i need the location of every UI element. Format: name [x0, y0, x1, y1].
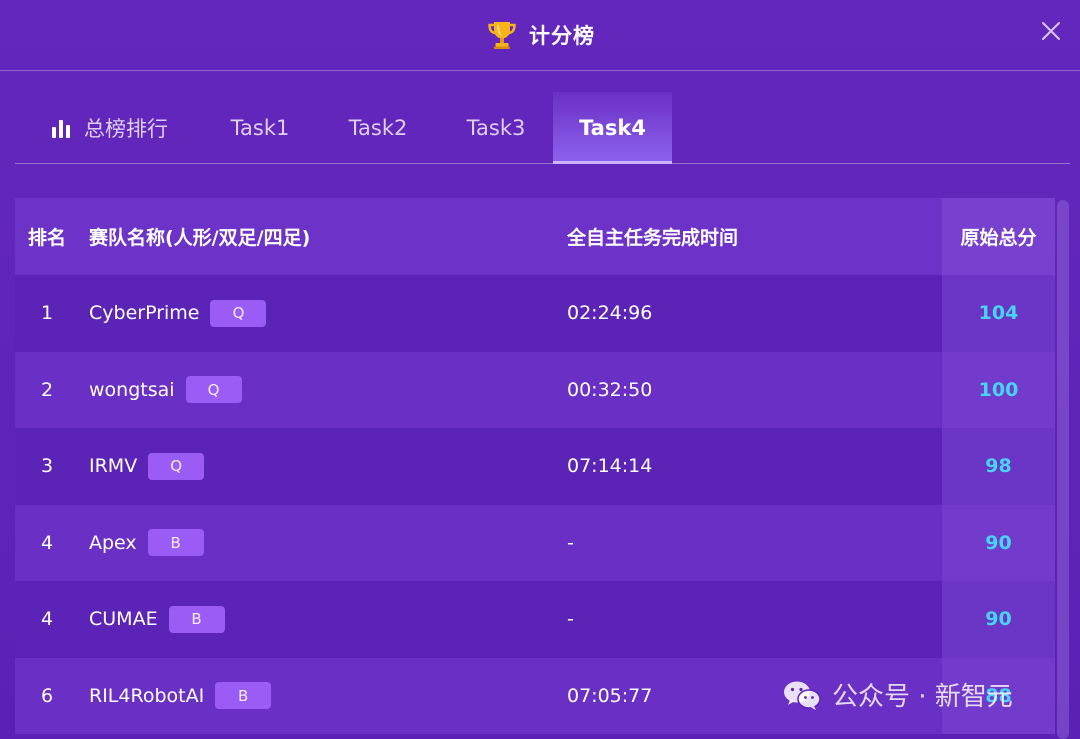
- watermark-text: 公众号 · 新智元: [832, 682, 1013, 712]
- time-cell: -: [567, 608, 574, 631]
- col-team-header: 赛队名称(人形/双足/四足): [89, 227, 311, 249]
- wechat-icon: [784, 681, 821, 710]
- time-cell: 00:32:50: [567, 378, 653, 401]
- team-name: Apex: [89, 531, 137, 554]
- col-rank-header: 排名: [28, 227, 67, 249]
- time-cell: -: [567, 531, 574, 554]
- robot-type-badge: B: [168, 605, 225, 633]
- close-icon[interactable]: [1040, 20, 1062, 42]
- time-cell: 02:24:96: [567, 302, 653, 325]
- team-cell: RIL4RobotAI B: [89, 682, 272, 710]
- rank-cell: 1: [41, 302, 54, 325]
- table-row[interactable]: 1 CyberPrime Q 02:24:96 104: [15, 275, 1055, 352]
- watermark: 公众号 · 新智元: [782, 676, 1013, 713]
- title-group: 计分榜: [485, 18, 595, 52]
- score-value: 90: [985, 608, 1012, 631]
- table-row[interactable]: 3 IRMV Q 07:14:14 98: [15, 428, 1055, 505]
- robot-type-badge: Q: [148, 452, 205, 480]
- leaderboard-modal: 计分榜 总榜排行 Task1 Task2 Task3 Task4 排名 赛队名称…: [0, 0, 1080, 739]
- robot-type-badge: Q: [185, 376, 242, 404]
- leaderboard-table: 排名 赛队名称(人形/双足/四足) 全自主任务完成时间 原始总分 1 Cyber…: [15, 198, 1055, 734]
- scrollbar[interactable]: [1057, 200, 1069, 739]
- tab-bar: 总榜排行 Task1 Task2 Task3 Task4: [15, 92, 1070, 164]
- score-cell: 90: [942, 504, 1055, 581]
- team-cell: wongtsai Q: [89, 376, 242, 404]
- team-cell: CUMAE B: [89, 605, 225, 633]
- score-value: 98: [985, 455, 1012, 478]
- tab-task2[interactable]: Task2: [317, 92, 439, 163]
- table-row[interactable]: 2 wongtsai Q 00:32:50 100: [15, 351, 1055, 428]
- team-name: IRMV: [89, 455, 138, 478]
- table-header: 排名 赛队名称(人形/双足/四足) 全自主任务完成时间 原始总分: [15, 198, 1055, 275]
- time-cell: 07:14:14: [567, 455, 653, 478]
- score-cell: 90: [942, 581, 1055, 658]
- tab-label: Task3: [466, 115, 526, 140]
- team-cell: CyberPrime Q: [89, 299, 267, 327]
- tab-task4[interactable]: Task4: [553, 92, 672, 164]
- team-cell: Apex B: [89, 529, 204, 557]
- tab-label: Task2: [348, 115, 408, 140]
- robot-type-badge: B: [147, 529, 204, 557]
- robot-type-badge: B: [215, 682, 272, 710]
- tab-task3[interactable]: Task3: [439, 92, 553, 163]
- team-name: RIL4RobotAI: [89, 684, 205, 707]
- modal-title: 计分榜: [529, 24, 595, 48]
- robot-type-badge: Q: [210, 299, 267, 327]
- score-value: 104: [978, 302, 1019, 325]
- bar-chart-icon: [52, 119, 70, 138]
- score-cell: 104: [942, 275, 1055, 352]
- team-name: CyberPrime: [89, 302, 200, 325]
- trophy-icon: [488, 22, 516, 49]
- table-row[interactable]: 4 Apex B - 90: [15, 504, 1055, 581]
- team-name: CUMAE: [89, 608, 158, 631]
- score-value: 90: [985, 531, 1012, 554]
- tab-label: Task4: [579, 115, 646, 140]
- table-row[interactable]: 4 CUMAE B - 90: [15, 581, 1055, 658]
- score-cell: 100: [942, 351, 1055, 428]
- rank-cell: 4: [41, 608, 54, 631]
- time-cell: 07:05:77: [567, 684, 653, 707]
- score-cell: 98: [942, 428, 1055, 505]
- tab-label: 总榜排行: [84, 116, 168, 141]
- tab-label: Task1: [230, 115, 290, 140]
- tab-task1[interactable]: Task1: [203, 92, 317, 163]
- rank-cell: 2: [41, 378, 54, 401]
- team-name: wongtsai: [89, 378, 175, 401]
- tab-overall[interactable]: 总榜排行: [15, 92, 203, 163]
- rank-cell: 6: [41, 684, 54, 707]
- team-cell: IRMV Q: [89, 452, 205, 480]
- col-time-header: 全自主任务完成时间: [567, 227, 739, 249]
- col-score-header: 原始总分: [942, 198, 1055, 275]
- rank-cell: 3: [41, 455, 54, 478]
- score-value: 100: [978, 378, 1019, 401]
- rank-cell: 4: [41, 531, 54, 554]
- modal-header: 计分榜: [0, 0, 1080, 71]
